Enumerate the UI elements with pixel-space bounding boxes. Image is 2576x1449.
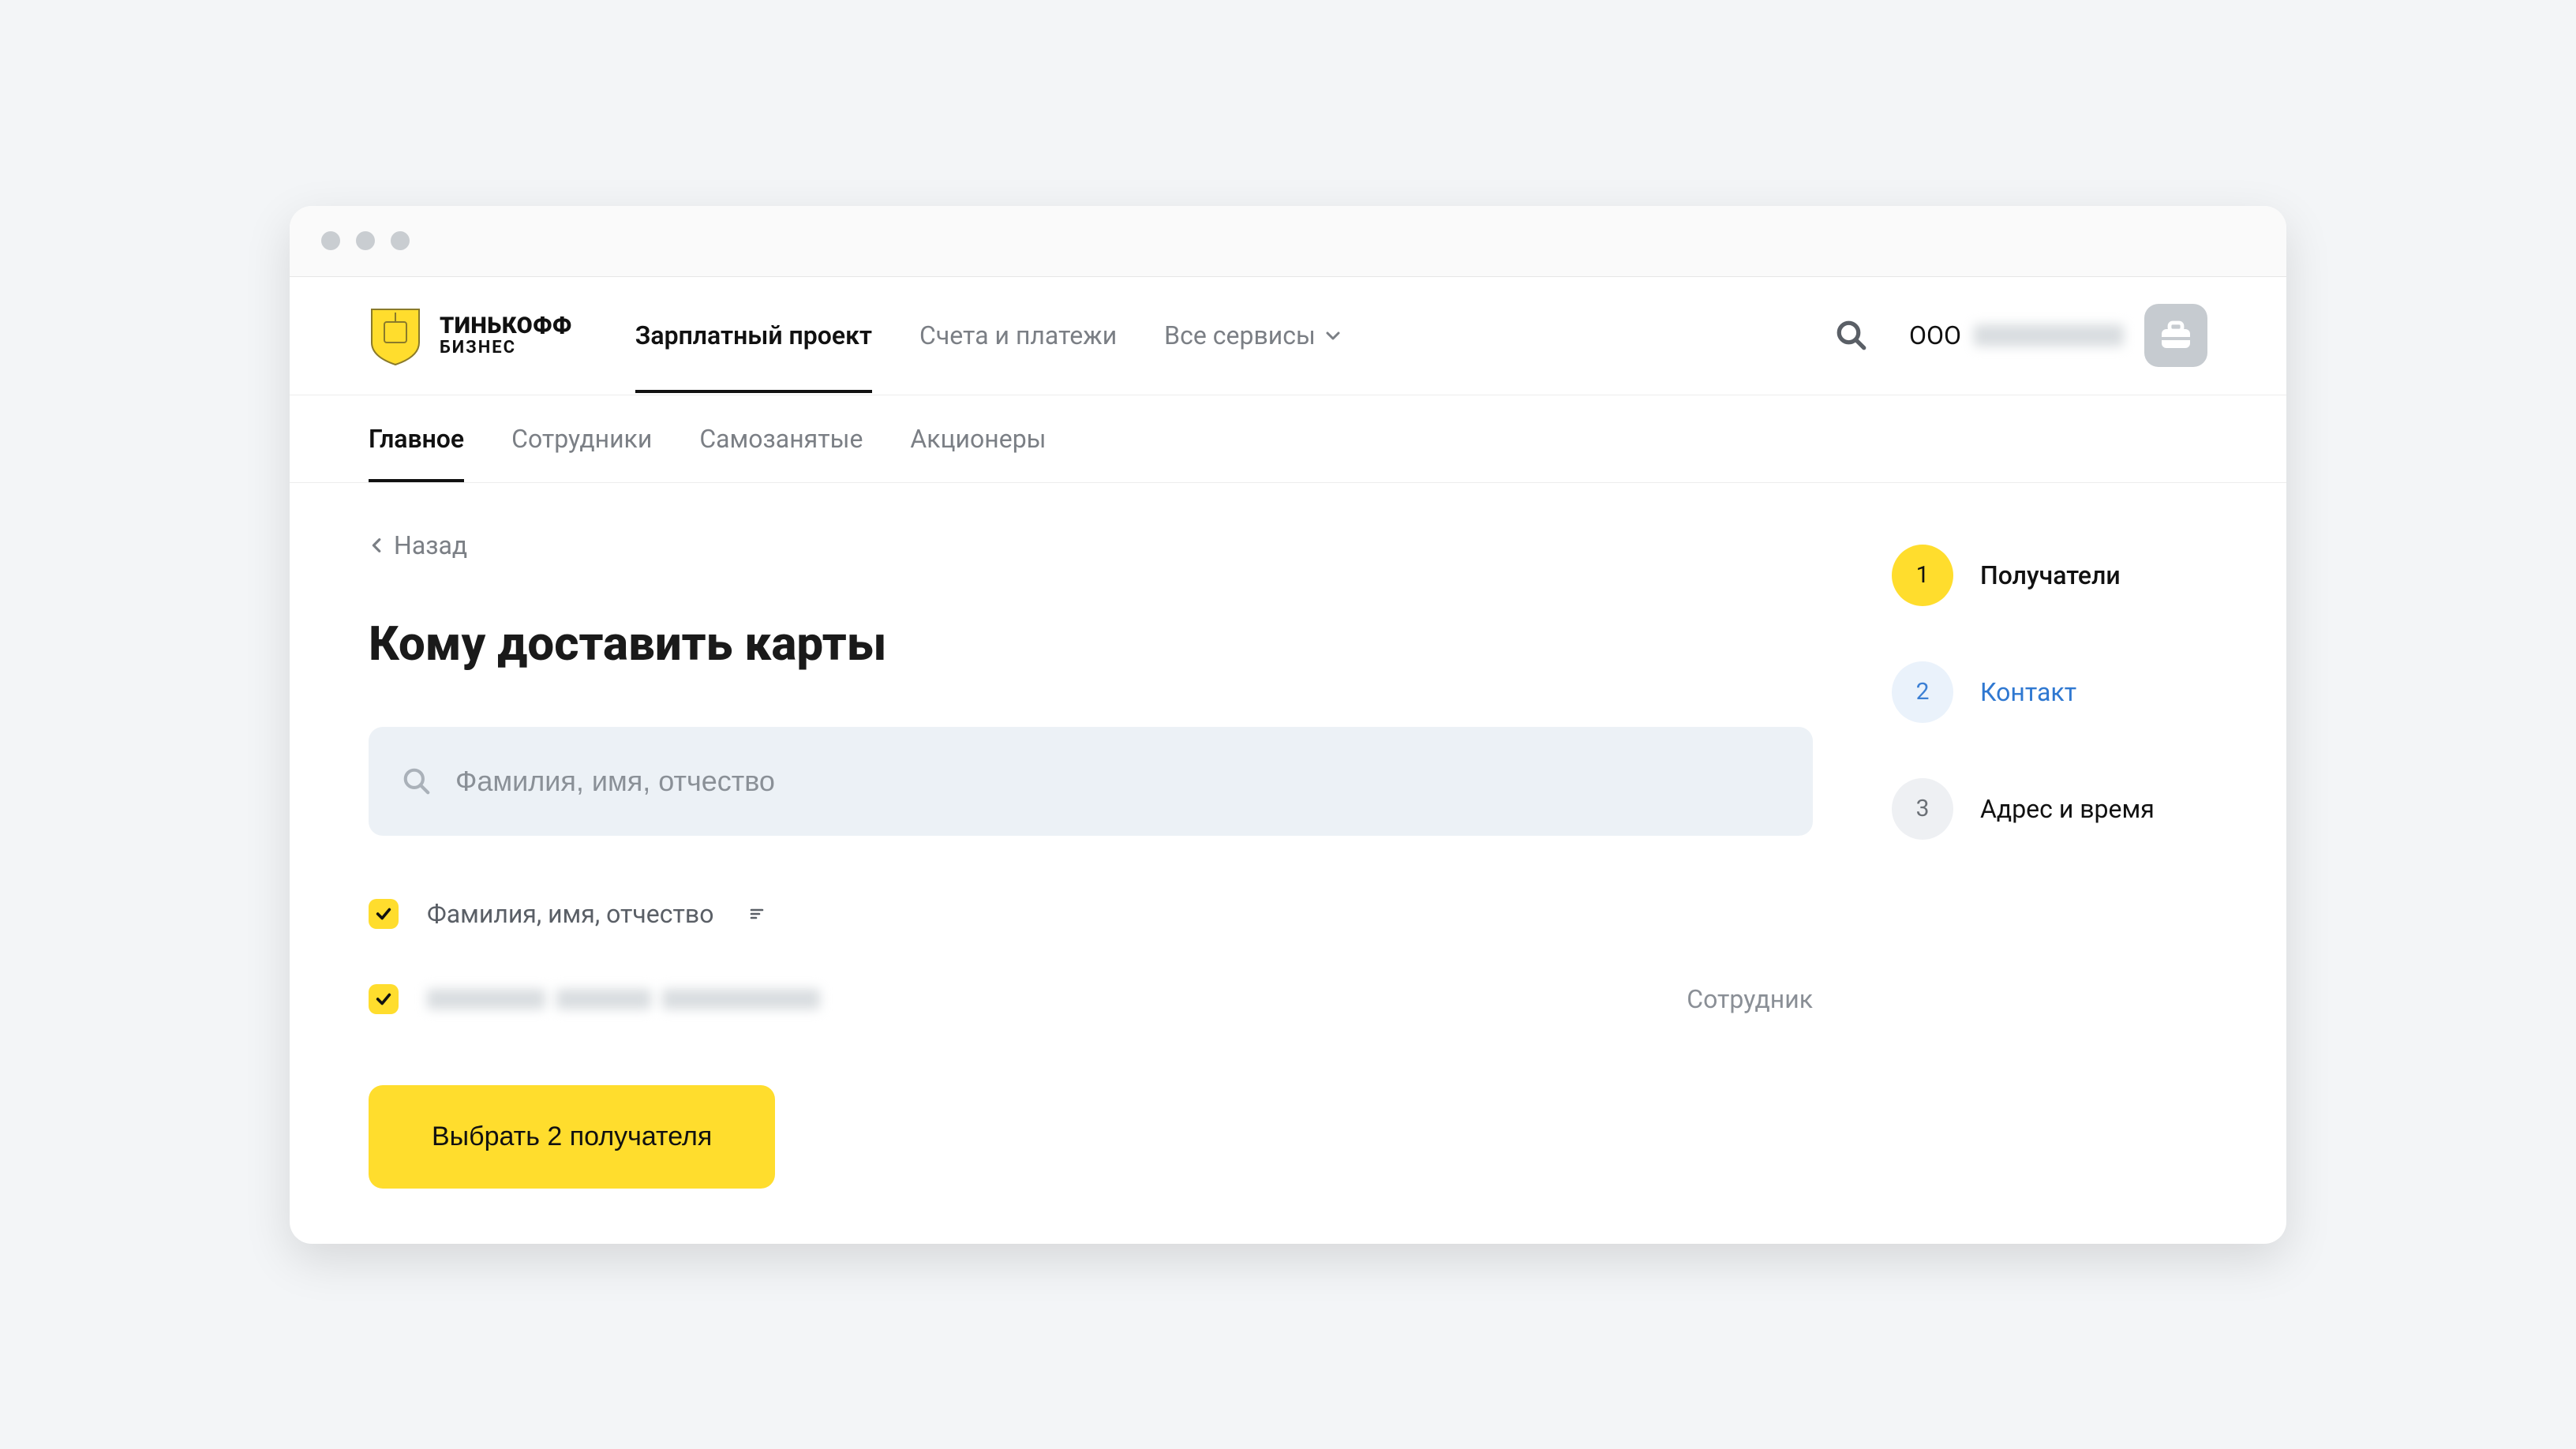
chevron-down-icon [1324, 326, 1342, 345]
company-prefix: ООО [1909, 320, 1961, 350]
logo-line2: БИЗНЕС [440, 339, 572, 357]
browser-window: ТИНЬКОФФ БИЗНЕС Зарплатный проект Счета … [290, 206, 2286, 1244]
briefcase-icon [2157, 316, 2195, 354]
select-recipients-button[interactable]: Выбрать 2 получателя [369, 1085, 775, 1189]
tab-employees[interactable]: Сотрудники [511, 395, 652, 482]
sort-icon[interactable] [748, 904, 767, 923]
sub-nav: Главное Сотрудники Самозанятые Акционеры [290, 395, 2286, 483]
check-icon [375, 990, 392, 1008]
logo[interactable]: ТИНЬКОФФ БИЗНЕС [369, 305, 572, 366]
back-link[interactable]: Назад [369, 530, 1813, 560]
account-avatar[interactable] [2144, 304, 2207, 367]
step-label: Контакт [1980, 677, 2076, 707]
step-contact[interactable]: 2 Контакт [1892, 661, 2207, 723]
nav-label: Все сервисы [1164, 320, 1316, 350]
nav-label: Счета и платежи [919, 320, 1117, 350]
step-label: Адрес и время [1980, 794, 2155, 824]
logo-line1: ТИНЬКОФФ [440, 314, 572, 338]
column-header-name: Фамилия, имя, отчество [427, 899, 713, 929]
step-number: 1 [1892, 545, 1953, 606]
back-label: Назад [394, 530, 467, 560]
select-all-checkbox[interactable] [369, 899, 399, 929]
tab-label: Главное [369, 424, 464, 454]
main-column: Назад Кому доставить карты Фамилия, имя,… [369, 530, 1813, 1189]
logo-shield-icon [369, 305, 422, 366]
tab-label: Самозанятые [699, 424, 863, 454]
window-dot [321, 231, 340, 250]
nav-accounts[interactable]: Счета и платежи [919, 278, 1117, 393]
steps-sidebar: 1 Получатели 2 Контакт 3 Адрес и время [1892, 530, 2207, 1189]
check-icon [375, 905, 392, 923]
tab-main[interactable]: Главное [369, 395, 464, 482]
button-label: Выбрать 2 получателя [432, 1121, 712, 1151]
tab-shareholders[interactable]: Акционеры [910, 395, 1046, 482]
search-field[interactable] [369, 727, 1813, 836]
page-title: Кому доставить карты [369, 616, 1813, 672]
nav-all-services[interactable]: Все сервисы [1164, 278, 1342, 393]
step-address-time: 3 Адрес и время [1892, 778, 2207, 840]
row-checkbox[interactable] [369, 984, 399, 1014]
tab-self-employed[interactable]: Самозанятые [699, 395, 863, 482]
row-role: Сотрудник [1687, 984, 1813, 1014]
search-icon [402, 766, 432, 796]
step-label: Получатели [1980, 560, 2121, 590]
window-dot [356, 231, 375, 250]
row-name-redacted [427, 989, 820, 1009]
company-name-redacted [1974, 324, 2124, 346]
tab-label: Сотрудники [511, 424, 652, 454]
step-number: 2 [1892, 661, 1953, 723]
window-dot [391, 231, 410, 250]
search-button[interactable] [1833, 317, 1870, 354]
top-nav: Зарплатный проект Счета и платежи Все се… [635, 278, 1342, 393]
search-input[interactable] [455, 765, 1780, 798]
content: Назад Кому доставить карты Фамилия, имя,… [290, 483, 2286, 1244]
search-icon [1835, 319, 1868, 352]
list-header: Фамилия, имя, отчество [369, 899, 1813, 929]
window-titlebar [290, 206, 2286, 277]
logo-text: ТИНЬКОФФ БИЗНЕС [440, 314, 572, 357]
list-row[interactable]: Сотрудник [369, 984, 1813, 1014]
step-number: 3 [1892, 778, 1953, 840]
chevron-left-icon [369, 537, 386, 554]
nav-payroll[interactable]: Зарплатный проект [635, 278, 872, 393]
step-recipients: 1 Получатели [1892, 545, 2207, 606]
company-selector[interactable]: ООО [1909, 320, 2124, 350]
header: ТИНЬКОФФ БИЗНЕС Зарплатный проект Счета … [290, 277, 2286, 395]
tab-label: Акционеры [910, 424, 1046, 454]
nav-label: Зарплатный проект [635, 320, 872, 350]
